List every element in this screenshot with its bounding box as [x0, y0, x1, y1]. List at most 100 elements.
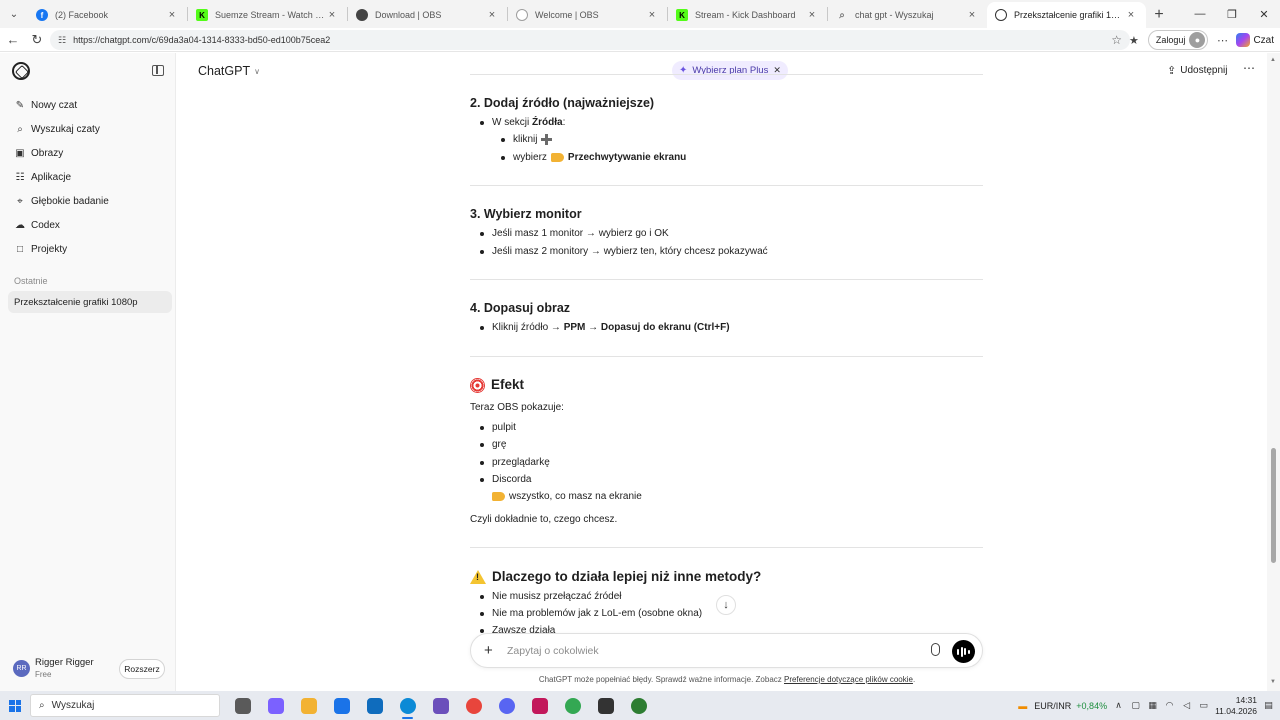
reload-icon[interactable]: ↻ [26, 29, 48, 51]
plan-upsell-pill[interactable]: ✦ Wybierz plan Plus ✕ [672, 61, 788, 80]
sidebar-item-deep-research[interactable]: ⌖ Głębokie badanie [8, 190, 172, 212]
close-icon[interactable]: × [325, 9, 339, 21]
notifications-icon[interactable]: ▤ [1263, 700, 1274, 711]
copilot-label: Czat [1253, 34, 1274, 46]
browser-tab[interactable]: K Suemze Stream - Watch Live on K × [188, 2, 347, 28]
restore-icon[interactable]: ❐ [1216, 0, 1248, 28]
volume-icon[interactable]: ◁ [1181, 700, 1192, 711]
attach-plus-icon[interactable]: + [484, 642, 493, 659]
sidebar-item-projects[interactable]: □ Projekty [8, 238, 172, 260]
wifi-icon[interactable]: ◠ [1164, 700, 1175, 711]
bullet [480, 628, 484, 633]
browser-tab[interactable]: f (2) Facebook × [28, 2, 187, 28]
minimize-icon[interactable]: — [1184, 0, 1216, 28]
taskbar-app[interactable] [457, 691, 490, 720]
sidebar-item-apps[interactable]: ☷ Aplikacje [8, 166, 172, 188]
login-button[interactable]: Zaloguj ● [1147, 30, 1209, 50]
taskbar-app[interactable] [292, 691, 325, 720]
favorites-icon[interactable]: ★ [1126, 32, 1142, 48]
composer-placeholder[interactable]: Zapytaj o cokolwiek [507, 645, 599, 657]
taskbar-app[interactable] [358, 691, 391, 720]
upgrade-button[interactable]: Rozszerz [119, 659, 165, 679]
taskbar-app[interactable] [556, 691, 589, 720]
browser-tab-active[interactable]: Przekształcenie grafiki 1080p × [987, 2, 1146, 28]
taskbar-app[interactable] [226, 691, 259, 720]
scroll-down-icon[interactable]: ▼ [1270, 679, 1276, 685]
tab-title: Przekształcenie grafiki 1080p [1014, 10, 1124, 20]
share-button[interactable]: ⇪ Udostępnij [1167, 64, 1227, 77]
scroll-up-icon[interactable]: ▲ [1270, 57, 1276, 63]
battery-icon[interactable]: ▭ [1198, 700, 1209, 711]
model-selector[interactable]: ChatGPT ∨ [198, 64, 260, 78]
list-item-text: kliknij [513, 134, 538, 145]
close-icon[interactable]: × [645, 9, 659, 21]
close-icon[interactable]: × [165, 9, 179, 21]
disclaimer: ChatGPT może popełniać błędy. Sprawdź wa… [177, 675, 1267, 684]
taskbar-app[interactable] [490, 691, 523, 720]
taskbar-app[interactable] [424, 691, 457, 720]
bullet [480, 442, 484, 447]
target-icon [470, 377, 485, 393]
sidebar-toggle-icon[interactable] [152, 65, 164, 76]
close-icon[interactable]: × [1124, 9, 1138, 21]
scrollbar-thumb[interactable] [1271, 448, 1276, 563]
back-arrow-icon[interactable]: ← [2, 29, 24, 51]
globe-icon [516, 9, 528, 21]
divider [470, 74, 983, 75]
chevron-up-icon[interactable]: ∧ [1113, 700, 1124, 711]
url-field[interactable]: ☷ https://chatgpt.com/c/69da3a04-1314-83… [50, 30, 1130, 50]
bullet [480, 460, 484, 465]
scroll-to-bottom-arrow-icon[interactable]: ↓ [716, 595, 736, 615]
recent-chat-item[interactable]: Przekształcenie grafiki 1080p [8, 291, 172, 313]
login-label: Zaloguj [1155, 35, 1186, 45]
sidebar-item-new-chat[interactable]: ✎ Nowy czat [8, 94, 172, 116]
taskbar-app[interactable] [523, 691, 556, 720]
sidebar-item-images[interactable]: ▣ Obrazy [8, 142, 172, 164]
more-menu-icon[interactable]: ⋯ [1214, 32, 1230, 48]
taskbar-search[interactable]: ⌕ Wyszukaj [30, 694, 220, 717]
taskbar-apps [226, 691, 655, 720]
site-info-icon[interactable]: ☷ [58, 35, 66, 46]
openai-logo-icon[interactable] [12, 62, 30, 80]
bookmark-star-icon[interactable]: ☆ [1111, 33, 1122, 47]
sidebar-item-label: Projekty [31, 243, 68, 255]
close-icon[interactable]: × [805, 9, 819, 21]
start-button[interactable] [0, 691, 30, 720]
network-icon[interactable]: ▦ [1147, 700, 1158, 711]
browser-tab[interactable]: Download | OBS × [348, 2, 507, 28]
taskbar-app[interactable] [589, 691, 622, 720]
user-menu[interactable]: RR Rigger Rigger Free Rozszerz [0, 653, 176, 685]
taskbar-app[interactable] [622, 691, 655, 720]
message-composer[interactable]: + Zapytaj o cokolwiek [470, 633, 983, 668]
url-text: https://chatgpt.com/c/69da3a04-1314-8333… [73, 35, 331, 45]
close-icon[interactable]: × [485, 9, 499, 21]
browser-tab[interactable]: K Stream - Kick Dashboard × [668, 2, 827, 28]
taskbar-app[interactable] [259, 691, 292, 720]
sidebar-item-codex[interactable]: ☁ Codex [8, 214, 172, 236]
list-item-bold: Źródła [532, 117, 563, 128]
browser-tab[interactable]: Welcome | OBS × [508, 2, 667, 28]
browser-tab[interactable]: ⌕ chat gpt - Wyszukaj × [828, 2, 987, 28]
divider [470, 279, 983, 280]
clock[interactable]: 14:31 11.04.2026 [1215, 695, 1257, 717]
copilot-chat-button[interactable]: Czat [1236, 33, 1274, 47]
taskbar-app[interactable] [325, 691, 358, 720]
close-window-icon[interactable]: ✕ [1248, 0, 1280, 28]
microphone-icon[interactable] [931, 643, 940, 656]
obs-icon [630, 697, 647, 714]
more-options-icon[interactable]: ⋯ [1243, 61, 1255, 75]
tray-app-icon[interactable]: ▢ [1130, 700, 1141, 711]
new-tab-plus-icon[interactable]: + [1146, 2, 1172, 28]
currency-widget[interactable]: EUR/INR +0,84% [1034, 701, 1107, 711]
profile-avatar-icon: ● [1189, 32, 1206, 48]
voice-mode-icon[interactable] [952, 640, 975, 663]
tab-list-chevron-icon[interactable]: ⌄ [0, 0, 28, 28]
currency-pair: EUR/INR [1034, 700, 1072, 711]
taskbar-app[interactable] [391, 691, 424, 720]
sidebar-item-search[interactable]: ⌕ Wyszukaj czaty [8, 118, 172, 140]
page-scrollbar[interactable]: ▲ ▼ [1267, 53, 1280, 691]
cookie-preferences-link[interactable]: Preferencje dotyczące plików cookie [784, 675, 913, 684]
list-item-bold: Przechwytywanie ekranu [567, 152, 687, 163]
window-controls: — ❐ ✕ [1184, 0, 1280, 28]
close-icon[interactable]: × [965, 9, 979, 21]
